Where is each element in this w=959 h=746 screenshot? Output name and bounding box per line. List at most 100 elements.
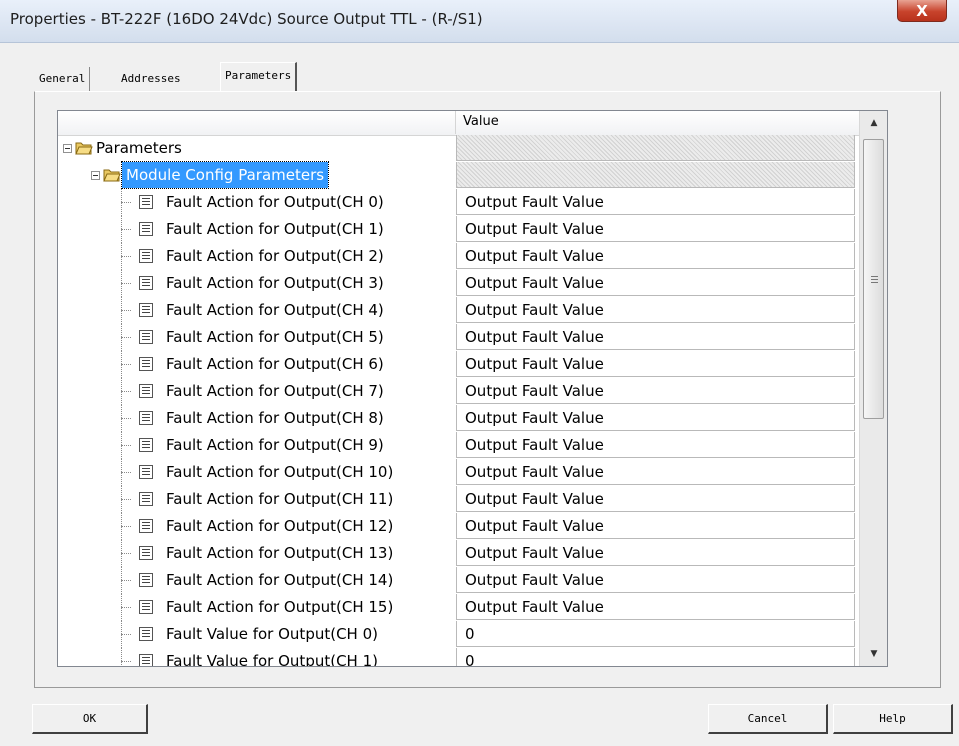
tree-connector-line (121, 499, 131, 500)
name-cell[interactable]: Fault Action for Output(CH 7) (58, 378, 456, 405)
table-row[interactable]: Fault Action for Output(CH 10) Output Fau… (58, 459, 859, 486)
value-cell[interactable]: Output Fault Value (456, 567, 855, 593)
tree-connector-line (121, 607, 131, 608)
value-cell[interactable]: Output Fault Value (456, 243, 855, 269)
row-label: Fault Action for Output(CH 7) (166, 382, 384, 400)
name-cell[interactable]: Fault Action for Output(CH 15) (58, 594, 456, 621)
tree-connector-line (121, 621, 122, 648)
row-label: Fault Action for Output(CH 8) (166, 409, 384, 427)
value-cell[interactable]: Output Fault Value (456, 270, 855, 296)
name-cell[interactable]: Fault Action for Output(CH 2) (58, 243, 456, 270)
tab-addresses[interactable]: Addresses (117, 67, 185, 91)
tree-connector-line (121, 189, 122, 216)
row-label: Fault Action for Output(CH 5) (166, 328, 384, 346)
table-row[interactable]: Fault Action for Output(CH 12) Output Fau… (58, 513, 859, 540)
row-label: Fault Value for Output(CH 0) (166, 625, 378, 643)
row-label: Fault Action for Output(CH 14) (166, 571, 394, 589)
scroll-up-arrow-icon[interactable]: ▲ (860, 111, 887, 135)
value-cell[interactable]: Output Fault Value (456, 513, 855, 539)
scrollbar-thumb[interactable] (863, 139, 884, 419)
tab-general[interactable]: General (35, 67, 91, 91)
parameter-doc-icon (139, 519, 153, 533)
value-cell[interactable]: Output Fault Value (456, 486, 855, 512)
value-column-header[interactable]: Value (463, 114, 499, 129)
name-cell[interactable]: Fault Action for Output(CH 4) (58, 297, 456, 324)
title-bar[interactable]: Properties - BT-222F (16DO 24Vdc) Source… (0, 0, 959, 43)
tree-connector-line (121, 351, 122, 378)
name-cell[interactable]: Fault Action for Output(CH 14) (58, 567, 456, 594)
value-cell[interactable]: Output Fault Value (456, 351, 855, 377)
value-cell[interactable] (456, 162, 855, 188)
value-cell[interactable]: Output Fault Value (456, 405, 855, 431)
name-cell[interactable]: Fault Value for Output(CH 1) (58, 648, 456, 666)
table-row[interactable]: Fault Action for Output(CH 13) Output Fau… (58, 540, 859, 567)
value-cell[interactable]: 0 (456, 648, 855, 666)
table-row[interactable]: Fault Value for Output(CH 0) 0 (58, 621, 859, 648)
value-cell[interactable]: Output Fault Value (456, 594, 855, 620)
name-cell[interactable]: Fault Action for Output(CH 10) (58, 459, 456, 486)
name-cell[interactable]: Fault Action for Output(CH 1) (58, 216, 456, 243)
parameter-doc-icon (139, 492, 153, 506)
name-cell[interactable]: Fault Action for Output(CH 13) (58, 540, 456, 567)
value-cell[interactable]: Output Fault Value (456, 540, 855, 566)
table-row[interactable]: Fault Action for Output(CH 4) Output Faul… (58, 297, 859, 324)
tree-connector-line (121, 553, 131, 554)
collapse-minus-icon[interactable] (91, 171, 100, 180)
scroll-down-arrow-icon[interactable]: ▼ (860, 642, 887, 666)
table-row[interactable]: Fault Action for Output(CH 2) Output Faul… (58, 243, 859, 270)
table-row[interactable]: Fault Action for Output(CH 5) Output Faul… (58, 324, 859, 351)
help-button[interactable]: Help (833, 704, 953, 734)
name-cell[interactable]: Fault Action for Output(CH 0) (58, 189, 456, 216)
table-row[interactable]: Fault Value for Output(CH 1) 0 (58, 648, 859, 666)
value-cell[interactable]: Output Fault Value (456, 459, 855, 485)
name-cell[interactable]: Fault Action for Output(CH 8) (58, 405, 456, 432)
cancel-button[interactable]: Cancel (708, 704, 828, 734)
table-row[interactable]: Fault Action for Output(CH 3) Output Faul… (58, 270, 859, 297)
name-cell[interactable]: Fault Action for Output(CH 12) (58, 513, 456, 540)
tree-connector-line (121, 229, 131, 230)
table-row[interactable]: Fault Action for Output(CH 7) Output Faul… (58, 378, 859, 405)
parameter-doc-icon (139, 438, 153, 452)
name-cell[interactable]: Fault Action for Output(CH 5) (58, 324, 456, 351)
table-row[interactable]: Fault Action for Output(CH 8) Output Faul… (58, 405, 859, 432)
tree-row-module-config[interactable]: Module Config Parameters (58, 161, 859, 189)
value-cell[interactable]: Output Fault Value (456, 189, 855, 215)
row-label: Fault Action for Output(CH 1) (166, 220, 384, 238)
name-cell[interactable]: Fault Value for Output(CH 0) (58, 621, 456, 648)
table-row[interactable]: Fault Action for Output(CH 11) Output Fau… (58, 486, 859, 513)
parameter-doc-icon (139, 276, 153, 290)
value-cell[interactable]: Output Fault Value (456, 216, 855, 242)
value-cell[interactable] (456, 135, 855, 161)
tab-parameters[interactable]: Parameters (220, 62, 298, 92)
tree-connector-line (121, 459, 122, 486)
tree-connector-line (121, 364, 131, 365)
name-cell[interactable]: Parameters (58, 135, 456, 162)
close-button[interactable]: X (897, 0, 947, 22)
name-cell[interactable]: Fault Action for Output(CH 6) (58, 351, 456, 378)
value-cell[interactable]: Output Fault Value (456, 432, 855, 458)
table-row[interactable]: Fault Action for Output(CH 6) Output Faul… (58, 351, 859, 378)
ok-button[interactable]: OK (32, 704, 148, 734)
name-cell[interactable]: Fault Action for Output(CH 9) (58, 432, 456, 459)
collapse-minus-icon[interactable] (63, 144, 72, 153)
vertical-scrollbar[interactable]: ▲ ▼ (859, 111, 887, 666)
value-cell[interactable]: Output Fault Value (456, 378, 855, 404)
table-row[interactable]: Fault Action for Output(CH 14) Output Fau… (58, 567, 859, 594)
value-cell[interactable]: Output Fault Value (456, 297, 855, 323)
value-cell[interactable]: 0 (456, 621, 855, 647)
parameter-doc-icon (139, 384, 153, 398)
tree-connector-line (121, 202, 131, 203)
table-row[interactable]: Fault Action for Output(CH 1) Output Faul… (58, 216, 859, 243)
name-cell[interactable]: Fault Action for Output(CH 11) (58, 486, 456, 513)
tree-row-parameters[interactable]: Parameters (58, 135, 859, 162)
table-row[interactable]: Fault Action for Output(CH 0) Output Faul… (58, 189, 859, 216)
tree-connector-line (121, 418, 131, 419)
table-row[interactable]: Fault Action for Output(CH 15) Output Fau… (58, 594, 859, 621)
name-cell[interactable]: Fault Action for Output(CH 3) (58, 270, 456, 297)
name-column-header[interactable] (58, 111, 456, 134)
value-cell[interactable]: Output Fault Value (456, 324, 855, 350)
tree-connector-line (121, 337, 131, 338)
tree-connector-line (121, 256, 131, 257)
table-row[interactable]: Fault Action for Output(CH 9) Output Faul… (58, 432, 859, 459)
name-cell[interactable]: Module Config Parameters (58, 161, 456, 189)
